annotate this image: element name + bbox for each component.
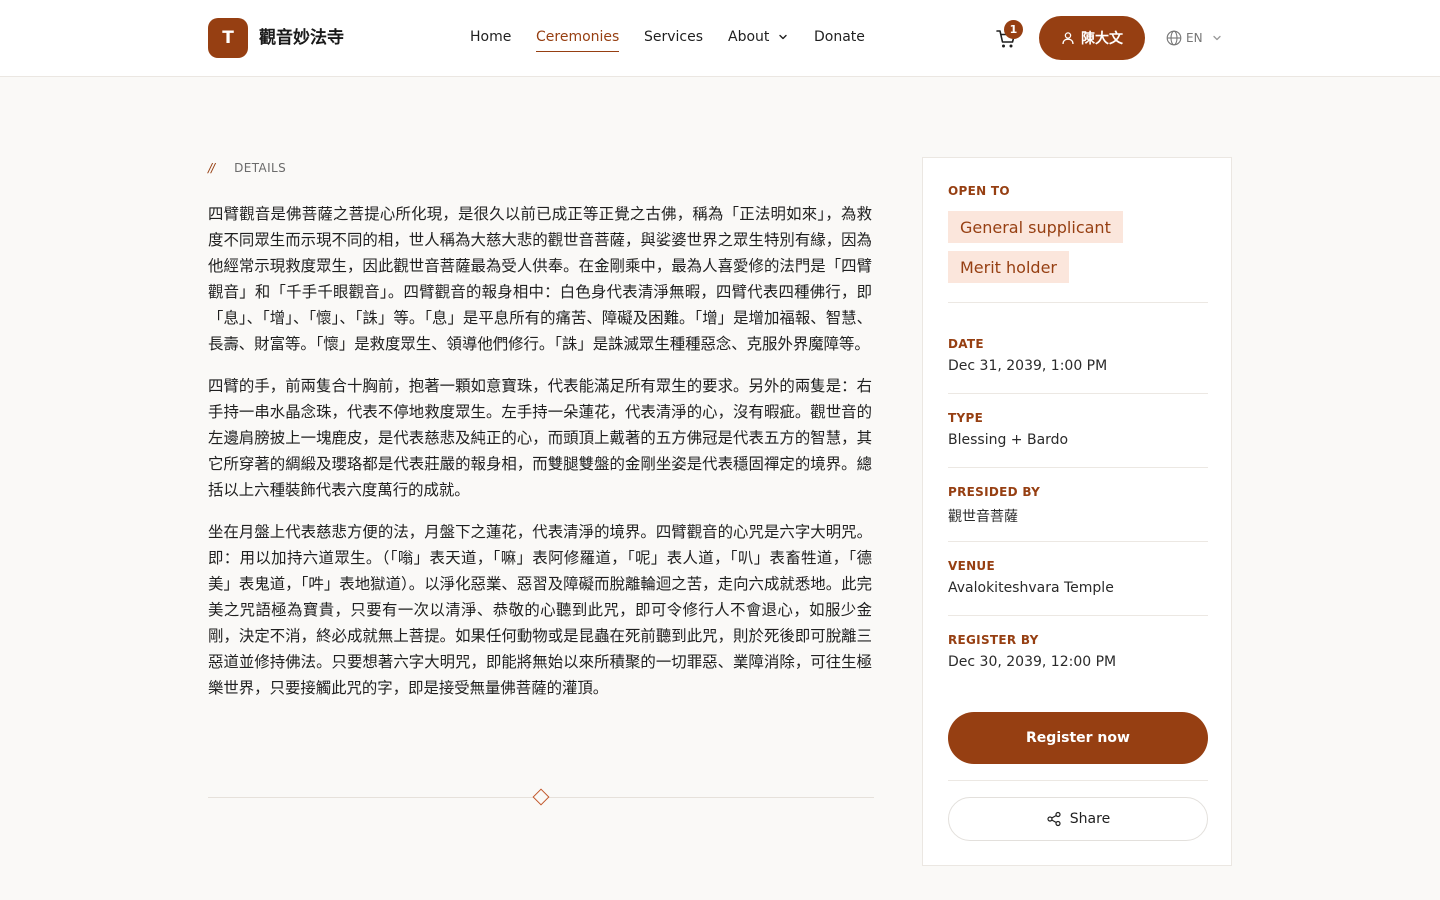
- audience-tag: General supplicant: [948, 211, 1123, 243]
- section-slash-icon: //: [208, 161, 215, 175]
- diamond-ornament-icon: [532, 788, 550, 806]
- cart-count-badge: 1: [1004, 20, 1023, 39]
- card-divider: [948, 615, 1208, 616]
- type-label: TYPE: [948, 411, 984, 425]
- ceremony-info-card: OPEN TO General supplicant Merit holder …: [922, 157, 1232, 866]
- share-icon: [1047, 811, 1061, 827]
- language-code: EN: [1186, 31, 1203, 45]
- description-paragraph: 坐在月盤上代表慈悲方便的法，月盤下之蓮花，代表清淨的境界。四臂觀音的心咒是六字大…: [208, 523, 872, 697]
- language-selector[interactable]: EN: [1166, 28, 1223, 48]
- open-to-label: OPEN TO: [948, 184, 1010, 198]
- nav-services[interactable]: Services: [644, 26, 703, 48]
- card-divider: [948, 393, 1208, 394]
- card-divider: [948, 302, 1208, 303]
- presided-by-label: PRESIDED BY: [948, 485, 1041, 499]
- share-button[interactable]: Share: [948, 797, 1208, 841]
- section-label: // DETAILS: [208, 159, 286, 177]
- site-name[interactable]: 觀音妙法寺: [259, 26, 344, 50]
- nav-about[interactable]: About: [728, 26, 788, 48]
- description-paragraph: 四臂觀音是佛菩薩之菩提心所化現，是很久以前已成正等正覺之古佛，稱為「正法明如來」…: [208, 205, 872, 353]
- nav-about-label: About: [728, 29, 770, 45]
- nav-home[interactable]: Home: [470, 26, 511, 48]
- type-value: Blessing + Bardo: [948, 432, 1069, 448]
- nav-donate[interactable]: Donate: [814, 26, 865, 48]
- register-by-value: Dec 30, 2039, 12:00 PM: [948, 654, 1117, 670]
- description-paragraph: 四臂的手，前兩隻合十胸前，抱著一顆如意寶珠，代表能滿足所有眾生的要求。另外的兩隻…: [208, 377, 872, 499]
- chevron-down-icon: [779, 34, 787, 40]
- card-divider: [948, 467, 1208, 468]
- register-now-button[interactable]: Register now: [948, 712, 1208, 764]
- presided-by-value: 觀世音菩薩: [948, 509, 1018, 525]
- share-label: Share: [1069, 811, 1111, 827]
- card-divider: [948, 780, 1208, 781]
- ceremony-description: 四臂觀音是佛菩薩之菩提心所化現，是很久以前已成正等正覺之古佛，稱為「正法明如來」…: [208, 201, 872, 717]
- user-icon: [1062, 32, 1074, 45]
- audience-tag: Merit holder: [948, 251, 1069, 283]
- user-account-button[interactable]: 陳大文: [1039, 16, 1145, 60]
- card-divider: [948, 541, 1208, 542]
- date-label: DATE: [948, 337, 984, 351]
- logo-mark[interactable]: T: [208, 18, 248, 58]
- register-by-label: REGISTER BY: [948, 633, 1039, 647]
- chevron-down-icon: [1212, 35, 1221, 41]
- date-value: Dec 31, 2039, 1:00 PM: [948, 358, 1108, 374]
- user-name: 陳大文: [1081, 31, 1123, 47]
- section-title: DETAILS: [234, 161, 287, 175]
- venue-value: Avalokiteshvara Temple: [948, 580, 1114, 596]
- nav-ceremonies[interactable]: Ceremonies: [536, 26, 620, 52]
- venue-label: VENUE: [948, 559, 995, 573]
- site-header: T 觀音妙法寺 Home Ceremonies Services About D…: [0, 0, 1440, 77]
- globe-icon: [1166, 30, 1182, 46]
